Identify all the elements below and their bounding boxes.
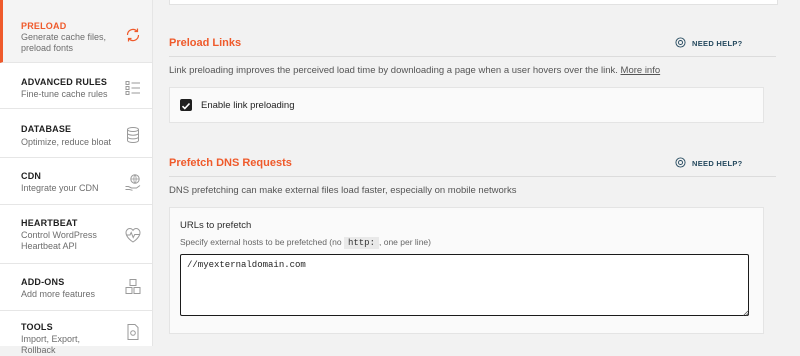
enable-link-preloading-checkbox[interactable] [180, 99, 192, 111]
lifebuoy-icon [675, 37, 686, 48]
sidebar-item-title: ADVANCED RULES [21, 77, 108, 87]
cubes-icon [125, 279, 141, 294]
cdn-hand-icon [125, 174, 141, 191]
need-help-label: NEED HELP? [692, 39, 743, 48]
prefetch-dns-need-help[interactable]: NEED HELP? [675, 157, 743, 168]
sidebar: PRELOAD Generate cache files, preload fo… [0, 0, 153, 355]
more-info-link[interactable]: More info [621, 65, 661, 76]
urls-to-prefetch-label: URLs to prefetch [180, 220, 252, 231]
prefetch-dns-description: DNS prefetching can make external files … [169, 185, 517, 196]
sidebar-item-subtitle: Fine-tune cache rules [21, 89, 108, 99]
sidebar-item-preload[interactable]: PRELOAD Generate cache files, preload fo… [0, 0, 152, 63]
lifebuoy-icon [675, 157, 686, 168]
sidebar-item-subtitle: Integrate your CDN [21, 183, 99, 193]
list-icon [125, 81, 140, 95]
need-help-label: NEED HELP? [692, 159, 743, 168]
preload-links-need-help[interactable]: NEED HELP? [675, 37, 743, 48]
sidebar-item-add-ons[interactable]: ADD-ONS Add more features [0, 264, 152, 311]
sidebar-item-title: HEARTBEAT [21, 218, 78, 228]
sidebar-item-cdn[interactable]: CDN Integrate your CDN [0, 158, 152, 205]
sidebar-item-advanced-rules[interactable]: ADVANCED RULES Fine-tune cache rules [0, 63, 152, 109]
enable-link-preloading-panel: Enable link preloading [169, 87, 764, 123]
enable-link-preloading-label: Enable link preloading [201, 100, 295, 111]
checkmark-icon [181, 102, 191, 110]
sidebar-item-tools[interactable]: TOOLS Import, Export, Rollback [0, 311, 152, 355]
sidebar-item-database[interactable]: DATABASE Optimize, reduce bloat [0, 109, 152, 158]
urls-to-prefetch-textarea[interactable] [180, 254, 749, 316]
sidebar-item-subtitle: Add more features [21, 289, 96, 299]
prefetch-dns-title: Prefetch DNS Requests [169, 157, 292, 169]
sidebar-item-subtitle: Control WordPress Heartbeat API [21, 230, 97, 251]
urls-to-prefetch-help: Specify external hosts to be prefetched … [180, 237, 431, 249]
urls-to-prefetch-panel: URLs to prefetch Specify external hosts … [169, 207, 764, 334]
heartbeat-icon [125, 227, 141, 243]
http-code: http: [343, 237, 379, 249]
sidebar-item-title: DATABASE [21, 124, 72, 134]
refresh-icon [126, 28, 140, 42]
preload-links-description: Link preloading improves the perceived l… [169, 65, 660, 76]
preload-links-description-text: Link preloading improves the perceived l… [169, 65, 618, 76]
section-divider [169, 56, 776, 57]
field-help-text: Specify external hosts to be prefetched … [180, 237, 342, 247]
previous-panel-bottom [169, 0, 778, 5]
preload-links-title: Preload Links [169, 37, 242, 49]
section-divider [169, 176, 776, 177]
sidebar-item-title: PRELOAD [21, 21, 67, 31]
sidebar-item-title: TOOLS [21, 322, 53, 332]
sidebar-item-title: CDN [21, 171, 42, 181]
sidebar-item-subtitle: Optimize, reduce bloat [21, 137, 112, 147]
sidebar-item-heartbeat[interactable]: HEARTBEAT Control WordPress Heartbeat AP… [0, 205, 152, 264]
main-content: Preload Links NEED HELP? Link preloading… [153, 0, 800, 346]
database-icon [127, 127, 139, 144]
sidebar-item-subtitle: Generate cache files, preload fonts [21, 32, 107, 53]
field-help-text-after: , one per line) [379, 237, 431, 247]
tools-doc-icon [127, 324, 139, 340]
sidebar-item-subtitle: Import, Export, Rollback [21, 334, 81, 355]
sidebar-item-title: ADD-ONS [21, 277, 65, 287]
resize-handle-icon[interactable] [743, 310, 749, 316]
